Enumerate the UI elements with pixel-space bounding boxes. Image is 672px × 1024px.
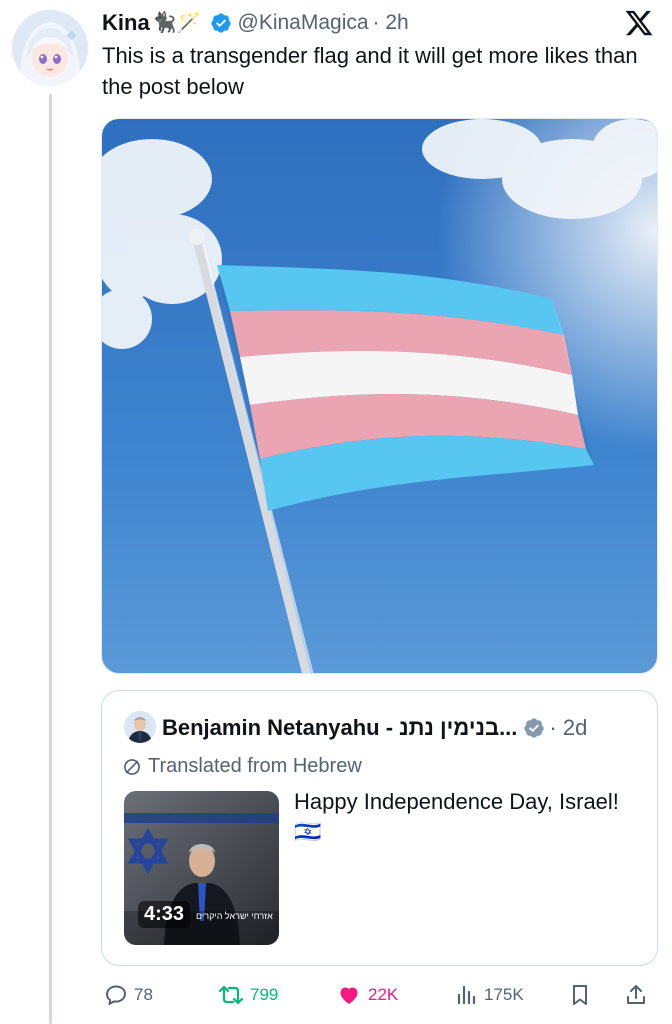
video-duration: 4:33 <box>138 901 191 928</box>
translated-label[interactable]: Translated from Hebrew <box>122 755 362 778</box>
views-chart-icon <box>457 985 476 1005</box>
views-button[interactable]: 175K <box>454 975 524 1015</box>
transgender-flag-photo <box>102 119 657 673</box>
heart-icon <box>340 987 358 1004</box>
quote-display-name[interactable]: Benjamin Netanyahu - בנימין נתנ... <box>162 715 517 741</box>
retweet-count: 799 <box>250 985 279 1004</box>
quote-header: Benjamin Netanyahu - בנימין נתנ... · 2d <box>162 711 587 745</box>
tweet-text: This is a transgender flag and it will g… <box>102 43 638 99</box>
quote-verified-badge-icon <box>523 717 545 739</box>
quote-avatar[interactable] <box>124 711 156 743</box>
avatar[interactable] <box>12 10 88 86</box>
translated-text: Translated from Hebrew <box>148 755 362 777</box>
reply-button[interactable]: 78 <box>104 975 153 1015</box>
quote-text: Happy Independence Day, Israel! 🇮🇱 <box>294 789 619 844</box>
tweet-header: Kina 🐈‍⬛🪄 @KinaMagica · 2h <box>102 6 658 40</box>
bookmark-button[interactable] <box>568 975 598 1015</box>
tweet-media-image[interactable] <box>101 118 658 674</box>
quoted-tweet[interactable]: Benjamin Netanyahu - בנימין נתנ... · 2d … <box>101 690 658 966</box>
timestamp[interactable]: · 2h <box>373 11 409 35</box>
quote-timestamp[interactable]: · 2d <box>549 715 587 741</box>
action-bar: 78 799 22K 175K <box>102 975 662 1015</box>
retweet-button[interactable]: 799 <box>218 975 278 1015</box>
verified-badge-icon <box>210 12 232 34</box>
display-name[interactable]: Kina <box>102 10 150 36</box>
video-caption: אזרחי ישראל היקרים <box>196 911 273 921</box>
like-count: 22K <box>368 985 399 1004</box>
quote-video-thumbnail[interactable]: 4:33 אזרחי ישראל היקרים <box>124 791 279 945</box>
share-icon <box>627 985 645 1004</box>
views-count: 175K <box>484 985 524 1004</box>
reply-icon <box>106 985 126 1005</box>
share-button[interactable] <box>624 975 654 1015</box>
reply-count: 78 <box>134 985 153 1004</box>
name-emojis: 🐈‍⬛🪄 <box>151 12 202 34</box>
x-logo-icon[interactable] <box>624 8 654 38</box>
thread-line <box>49 94 52 1024</box>
retweet-icon <box>218 985 244 1005</box>
handle[interactable]: @KinaMagica <box>238 11 369 35</box>
bookmark-icon <box>573 985 587 1005</box>
translate-globe-icon <box>122 757 142 777</box>
like-button[interactable]: 22K <box>336 975 398 1015</box>
